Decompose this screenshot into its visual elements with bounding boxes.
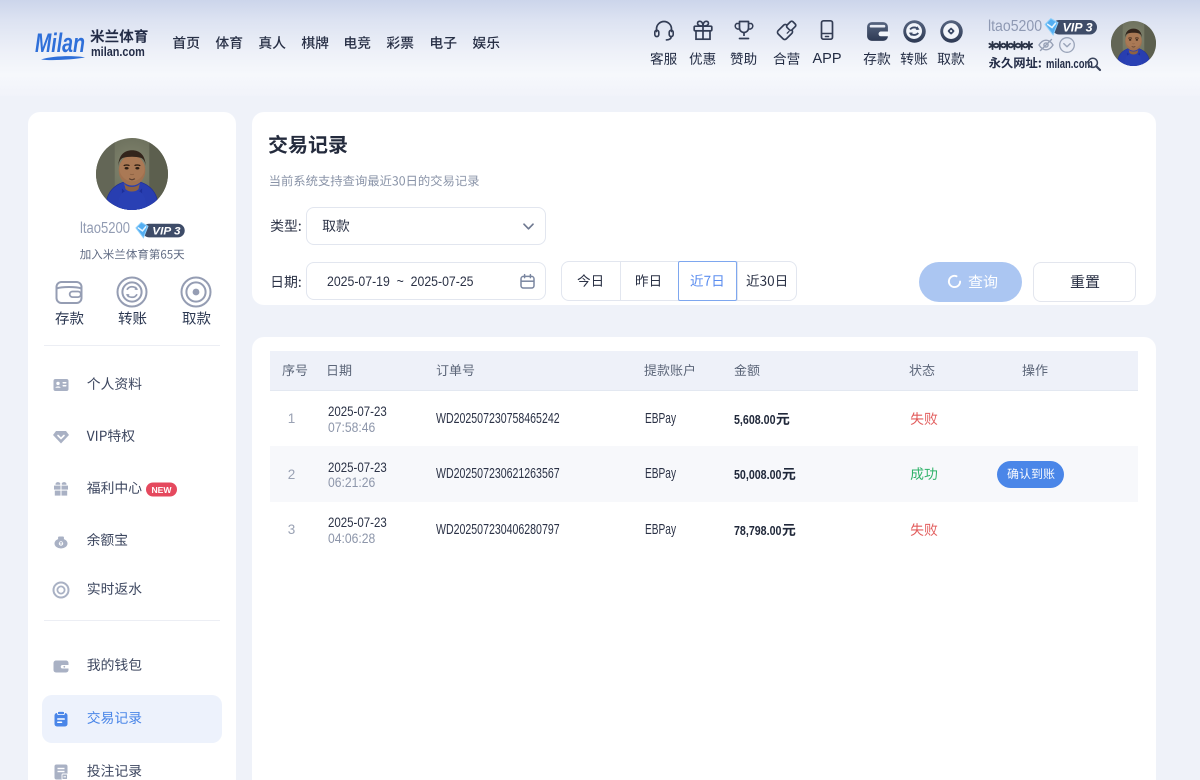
svg-text:Milan: Milan <box>35 28 85 58</box>
svg-text:VIP 3: VIP 3 <box>152 226 180 238</box>
svg-text:NEW: NEW <box>151 485 172 495</box>
svg-text:VIP 3: VIP 3 <box>1063 23 1094 35</box>
